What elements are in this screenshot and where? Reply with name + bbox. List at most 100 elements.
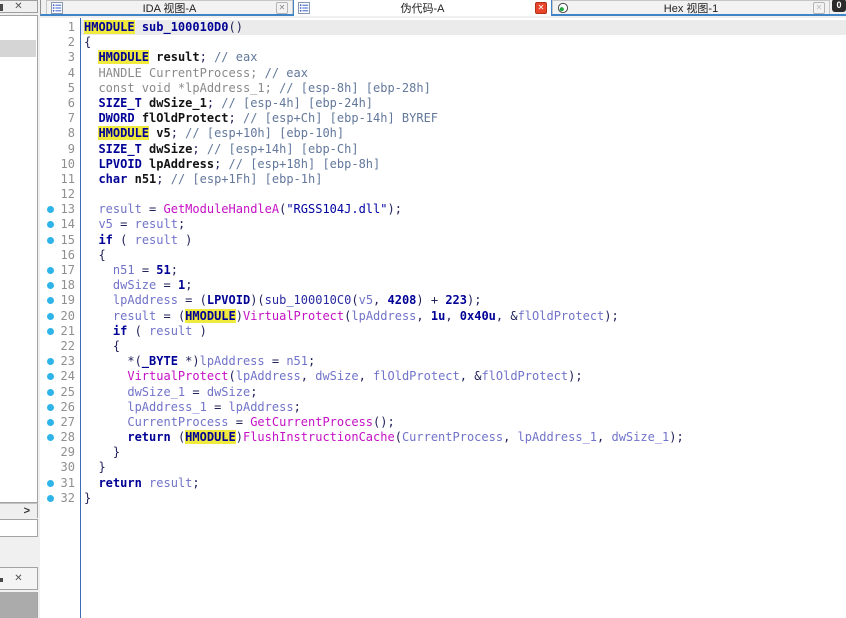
code-text[interactable]: dwSize = 1;	[81, 278, 846, 293]
scroll-right-icon[interactable]: >	[24, 504, 30, 518]
code-text[interactable]: lpAddress = (LPVOID)(sub_100010C0(v5, 42…	[81, 293, 846, 308]
breakpoint-dot-icon[interactable]	[47, 404, 54, 411]
code-line[interactable]: 11 char n51; // [esp+1Fh] [ebp-1h]	[40, 172, 846, 187]
code-text[interactable]	[81, 187, 846, 202]
code-text[interactable]: HANDLE CurrentProcess; // eax	[81, 66, 846, 81]
code-gutter[interactable]: 15	[40, 233, 81, 248]
code-line[interactable]: 16 {	[40, 248, 846, 263]
code-line[interactable]: 17 n51 = 51;	[40, 263, 846, 278]
code-line[interactable]: 3 HMODULE result; // eax	[40, 50, 846, 65]
breakpoint-dot-icon[interactable]	[47, 480, 54, 487]
pseudocode-pane[interactable]: 1HMODULE sub_100010D0()2{3 HMODULE resul…	[40, 18, 846, 618]
breakpoint-dot-icon[interactable]	[47, 237, 54, 244]
code-line[interactable]: 32}	[40, 491, 846, 506]
code-line[interactable]: 25 dwSize_1 = dwSize;	[40, 385, 846, 400]
code-text[interactable]: if ( result )	[81, 324, 846, 339]
code-gutter[interactable]: 23	[40, 354, 81, 369]
code-gutter[interactable]: 28	[40, 430, 81, 445]
left-panel-titlebar[interactable]: ✕	[0, 0, 38, 13]
code-gutter[interactable]: 20	[40, 309, 81, 324]
code-line[interactable]: 12	[40, 187, 846, 202]
tab-ida-view[interactable]: IDA 视图-A ✕	[46, 0, 293, 14]
bottom-panel-titlebar[interactable]: ✕	[0, 567, 38, 590]
code-line[interactable]: 7 DWORD flOldProtect; // [esp+Ch] [ebp-1…	[40, 111, 846, 126]
panel-horizontal-scrollbar[interactable]: >	[0, 503, 38, 518]
code-text[interactable]: }	[81, 445, 846, 460]
breakpoint-dot-icon[interactable]	[47, 373, 54, 380]
code-gutter[interactable]: 25	[40, 385, 81, 400]
code-gutter[interactable]: 9	[40, 142, 81, 157]
code-text[interactable]: lpAddress_1 = lpAddress;	[81, 400, 846, 415]
code-line[interactable]: 22 {	[40, 339, 846, 354]
code-text[interactable]: {	[81, 248, 846, 263]
code-line[interactable]: 6 SIZE_T dwSize_1; // [esp-4h] [ebp-24h]	[40, 96, 846, 111]
breakpoint-dot-icon[interactable]	[47, 495, 54, 502]
breakpoint-dot-icon[interactable]	[47, 267, 54, 274]
code-line[interactable]: 29 }	[40, 445, 846, 460]
code-line[interactable]: 9 SIZE_T dwSize; // [esp+14h] [ebp-Ch]	[40, 142, 846, 157]
code-text[interactable]: SIZE_T dwSize_1; // [esp-4h] [ebp-24h]	[81, 96, 846, 111]
code-text[interactable]: char n51; // [esp+1Fh] [ebp-1h]	[81, 172, 846, 187]
breakpoint-dot-icon[interactable]	[47, 328, 54, 335]
code-text[interactable]: const void *lpAddress_1; // [esp-8h] [eb…	[81, 81, 846, 96]
code-gutter[interactable]: 30	[40, 460, 81, 475]
code-line[interactable]: 28 return (HMODULE)FlushInstructionCache…	[40, 430, 846, 445]
code-line[interactable]: 15 if ( result )	[40, 233, 846, 248]
code-gutter[interactable]: 17	[40, 263, 81, 278]
code-gutter[interactable]: 10	[40, 157, 81, 172]
close-tab-icon[interactable]: ✕	[813, 2, 825, 14]
code-gutter[interactable]: 1	[40, 20, 81, 35]
code-text[interactable]: VirtualProtect(lpAddress, dwSize, flOldP…	[81, 369, 846, 384]
code-text[interactable]: *(_BYTE *)lpAddress = n51;	[81, 354, 846, 369]
code-text[interactable]: result = GetModuleHandleA("RGSS104J.dll"…	[81, 202, 846, 217]
code-line[interactable]: 5 const void *lpAddress_1; // [esp-8h] […	[40, 81, 846, 96]
code-gutter[interactable]: 11	[40, 172, 81, 187]
code-gutter[interactable]: 13	[40, 202, 81, 217]
code-line[interactable]: 13 result = GetModuleHandleA("RGSS104J.d…	[40, 202, 846, 217]
code-text[interactable]: HMODULE sub_100010D0()	[81, 20, 846, 35]
code-line[interactable]: 2{	[40, 35, 846, 50]
code-line[interactable]: 20 result = (HMODULE)VirtualProtect(lpAd…	[40, 309, 846, 324]
code-text[interactable]: v5 = result;	[81, 217, 846, 232]
tab-hex-view[interactable]: Hex 视图-1 ✕	[552, 0, 830, 14]
code-gutter[interactable]: 16	[40, 248, 81, 263]
code-gutter[interactable]: 19	[40, 293, 81, 308]
code-gutter[interactable]: 7	[40, 111, 81, 126]
code-gutter[interactable]: 4	[40, 66, 81, 81]
panel-list-selected-row[interactable]	[0, 40, 36, 57]
code-gutter[interactable]: 26	[40, 400, 81, 415]
code-line[interactable]: 26 lpAddress_1 = lpAddress;	[40, 400, 846, 415]
code-text[interactable]: if ( result )	[81, 233, 846, 248]
code-text[interactable]: n51 = 51;	[81, 263, 846, 278]
code-text[interactable]: {	[81, 339, 846, 354]
close-panel-icon[interactable]: ✕	[12, 572, 25, 585]
code-gutter[interactable]: 21	[40, 324, 81, 339]
code-gutter[interactable]: 18	[40, 278, 81, 293]
code-text[interactable]: LPVOID lpAddress; // [esp+18h] [ebp-8h]	[81, 157, 846, 172]
code-text[interactable]: return (HMODULE)FlushInstructionCache(Cu…	[81, 430, 846, 445]
code-gutter[interactable]: 6	[40, 96, 81, 111]
code-line[interactable]: 30 }	[40, 460, 846, 475]
close-panel-icon[interactable]: ✕	[12, 0, 25, 13]
code-text[interactable]: HMODULE result; // eax	[81, 50, 846, 65]
breakpoint-dot-icon[interactable]	[47, 389, 54, 396]
code-text[interactable]: }	[81, 491, 846, 506]
code-line[interactable]: 19 lpAddress = (LPVOID)(sub_100010C0(v5,…	[40, 293, 846, 308]
code-text[interactable]: }	[81, 460, 846, 475]
code-text[interactable]: SIZE_T dwSize; // [esp+14h] [ebp-Ch]	[81, 142, 846, 157]
code-text[interactable]: result = (HMODULE)VirtualProtect(lpAddre…	[81, 309, 846, 324]
code-gutter[interactable]: 2	[40, 35, 81, 50]
windows-list-button[interactable]: 0	[832, 0, 846, 12]
code-line[interactable]: 14 v5 = result;	[40, 217, 846, 232]
left-panel-list[interactable]	[0, 15, 38, 503]
code-gutter[interactable]: 8	[40, 126, 81, 141]
code-line[interactable]: 4 HANDLE CurrentProcess; // eax	[40, 66, 846, 81]
code-text[interactable]: HMODULE v5; // [esp+10h] [ebp-10h]	[81, 126, 846, 141]
breakpoint-dot-icon[interactable]	[47, 282, 54, 289]
code-text[interactable]: dwSize_1 = dwSize;	[81, 385, 846, 400]
code-text[interactable]: return result;	[81, 476, 846, 491]
code-text[interactable]: CurrentProcess = GetCurrentProcess();	[81, 415, 846, 430]
code-line[interactable]: 18 dwSize = 1;	[40, 278, 846, 293]
code-gutter[interactable]: 22	[40, 339, 81, 354]
code-line[interactable]: 23 *(_BYTE *)lpAddress = n51;	[40, 354, 846, 369]
